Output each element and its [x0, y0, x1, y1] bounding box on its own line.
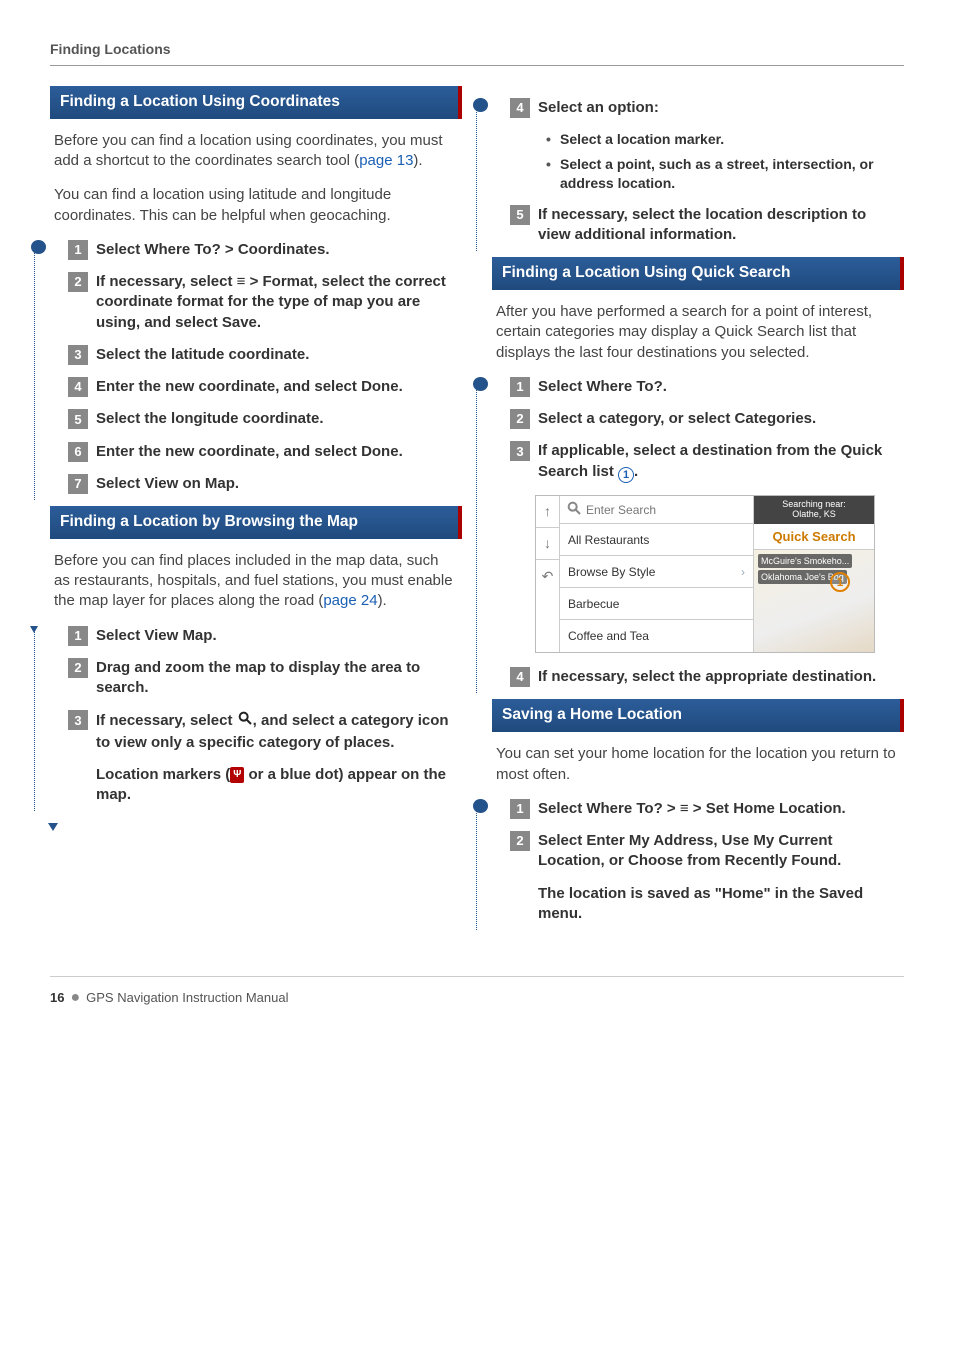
step-result: Location markers (Ψ or a blue dot) appea… — [96, 765, 458, 806]
step-text: Enter the new coordinate, and select Don… — [96, 377, 458, 397]
step-text: Select an option: — [538, 98, 900, 118]
intro-paragraph-2: You can find a location using latitude a… — [54, 185, 458, 226]
bullet-icon: ● — [70, 987, 80, 1009]
step-text: Select Enter My Address, Use My Current … — [538, 831, 900, 872]
intro-paragraph: Before you can find a location using coo… — [54, 131, 458, 172]
step-text: If applicable, select a destination from… — [538, 441, 900, 483]
step-text: Select Where To? > Coordinates. — [96, 240, 458, 260]
section-title-quick-search: Finding a Location Using Quick Search — [492, 257, 904, 290]
step-number: 5 — [68, 409, 88, 429]
magnify-icon — [237, 710, 253, 732]
step-number: 3 — [510, 441, 530, 461]
searching-near-banner: Searching near: Olathe, KS — [754, 496, 874, 524]
step-text: Drag and zoom the map to display the are… — [96, 658, 458, 699]
back-icon: ↶ — [536, 560, 559, 592]
step-text: Select a category, or select Categories. — [538, 409, 900, 429]
step-text: Enter the new coordinate, and select Don… — [96, 442, 458, 462]
list-item: Browse By Style› — [560, 556, 753, 588]
step-text: Select Where To? > ≡ > Set Home Location… — [538, 799, 900, 819]
list-item: Coffee and Tea — [560, 620, 753, 652]
intro-text-end: ). — [413, 152, 422, 169]
step-text: If necessary, select , and select a cate… — [96, 710, 458, 753]
flow-continue-icon — [48, 823, 58, 831]
page-link-13[interactable]: page 13 — [359, 152, 413, 169]
bullet-item: Select a location marker. — [546, 130, 904, 149]
step-number: 1 — [68, 626, 88, 646]
footer-title: GPS Navigation Instruction Manual — [86, 989, 288, 1007]
running-header: Finding Locations — [50, 40, 904, 66]
device-screenshot: ↑ ↓ ↶ Enter Search All Restaurants Brows… — [535, 495, 875, 653]
step-text: Select the latitude coordinate. — [96, 345, 458, 365]
page-number: 16 — [50, 989, 64, 1007]
section-title-coordinates: Finding a Location Using Coordinates — [50, 86, 462, 119]
quick-search-map: McGuire's Smokeho... Oklahoma Joe's Bbq … — [754, 550, 874, 652]
intro-paragraph: You can set your home location for the l… — [496, 744, 900, 785]
step-number: 1 — [68, 240, 88, 260]
step-number: 6 — [68, 442, 88, 462]
step-text: Select Where To?. — [538, 377, 900, 397]
step-number: 3 — [68, 345, 88, 365]
section-title-home-location: Saving a Home Location — [492, 699, 904, 732]
step-number: 4 — [510, 98, 530, 118]
intro-paragraph: Before you can find places included in t… — [54, 551, 458, 612]
step-number: 2 — [68, 272, 88, 292]
search-placeholder: Enter Search — [586, 502, 656, 518]
callout-ref-1-icon: 1 — [618, 467, 634, 483]
search-input: Enter Search — [560, 496, 753, 524]
step-text: If necessary, select the location descri… — [538, 205, 900, 246]
step-text: Select View Map. — [96, 626, 458, 646]
list-item: All Restaurants — [560, 524, 753, 556]
step-number: 5 — [510, 205, 530, 225]
location-pin-icon: Ψ — [230, 767, 244, 783]
scroll-down-icon: ↓ — [536, 528, 559, 560]
step-number: 1 — [510, 377, 530, 397]
bullet-item: Select a point, such as a street, inters… — [546, 155, 904, 193]
quick-search-result: McGuire's Smokeho... — [758, 554, 852, 568]
step-text: Select View on Map. — [96, 474, 458, 494]
step-number: 4 — [510, 667, 530, 687]
step-number: 3 — [68, 710, 88, 730]
step-text: If necessary, select ≡ > Format, select … — [96, 272, 458, 333]
step-number: 4 — [68, 377, 88, 397]
step-number: 2 — [510, 831, 530, 851]
intro-text: Before you can find places included in t… — [54, 552, 453, 610]
step-number: 7 — [68, 474, 88, 494]
list-item: Barbecue — [560, 588, 753, 620]
step-number: 1 — [510, 799, 530, 819]
intro-text-end: ). — [378, 592, 387, 609]
section-title-browsing-map: Finding a Location by Browsing the Map — [50, 506, 462, 539]
step-text: Select the longitude coordinate. — [96, 409, 458, 429]
step-text: If necessary, select the appropriate des… — [538, 667, 900, 687]
page-link-24[interactable]: page 24 — [323, 592, 377, 609]
step-number: 2 — [68, 658, 88, 678]
step-number: 2 — [510, 409, 530, 429]
page-footer: 16 ● GPS Navigation Instruction Manual — [50, 976, 904, 1009]
magnify-icon — [566, 500, 582, 520]
intro-paragraph: After you have performed a search for a … — [496, 302, 900, 363]
callout-1-icon: 1 — [830, 572, 850, 592]
step-result: The location is saved as "Home" in the S… — [538, 884, 900, 925]
chevron-right-icon: › — [741, 564, 745, 580]
quick-search-title: Quick Search — [754, 524, 874, 550]
scroll-up-icon: ↑ — [536, 496, 559, 528]
